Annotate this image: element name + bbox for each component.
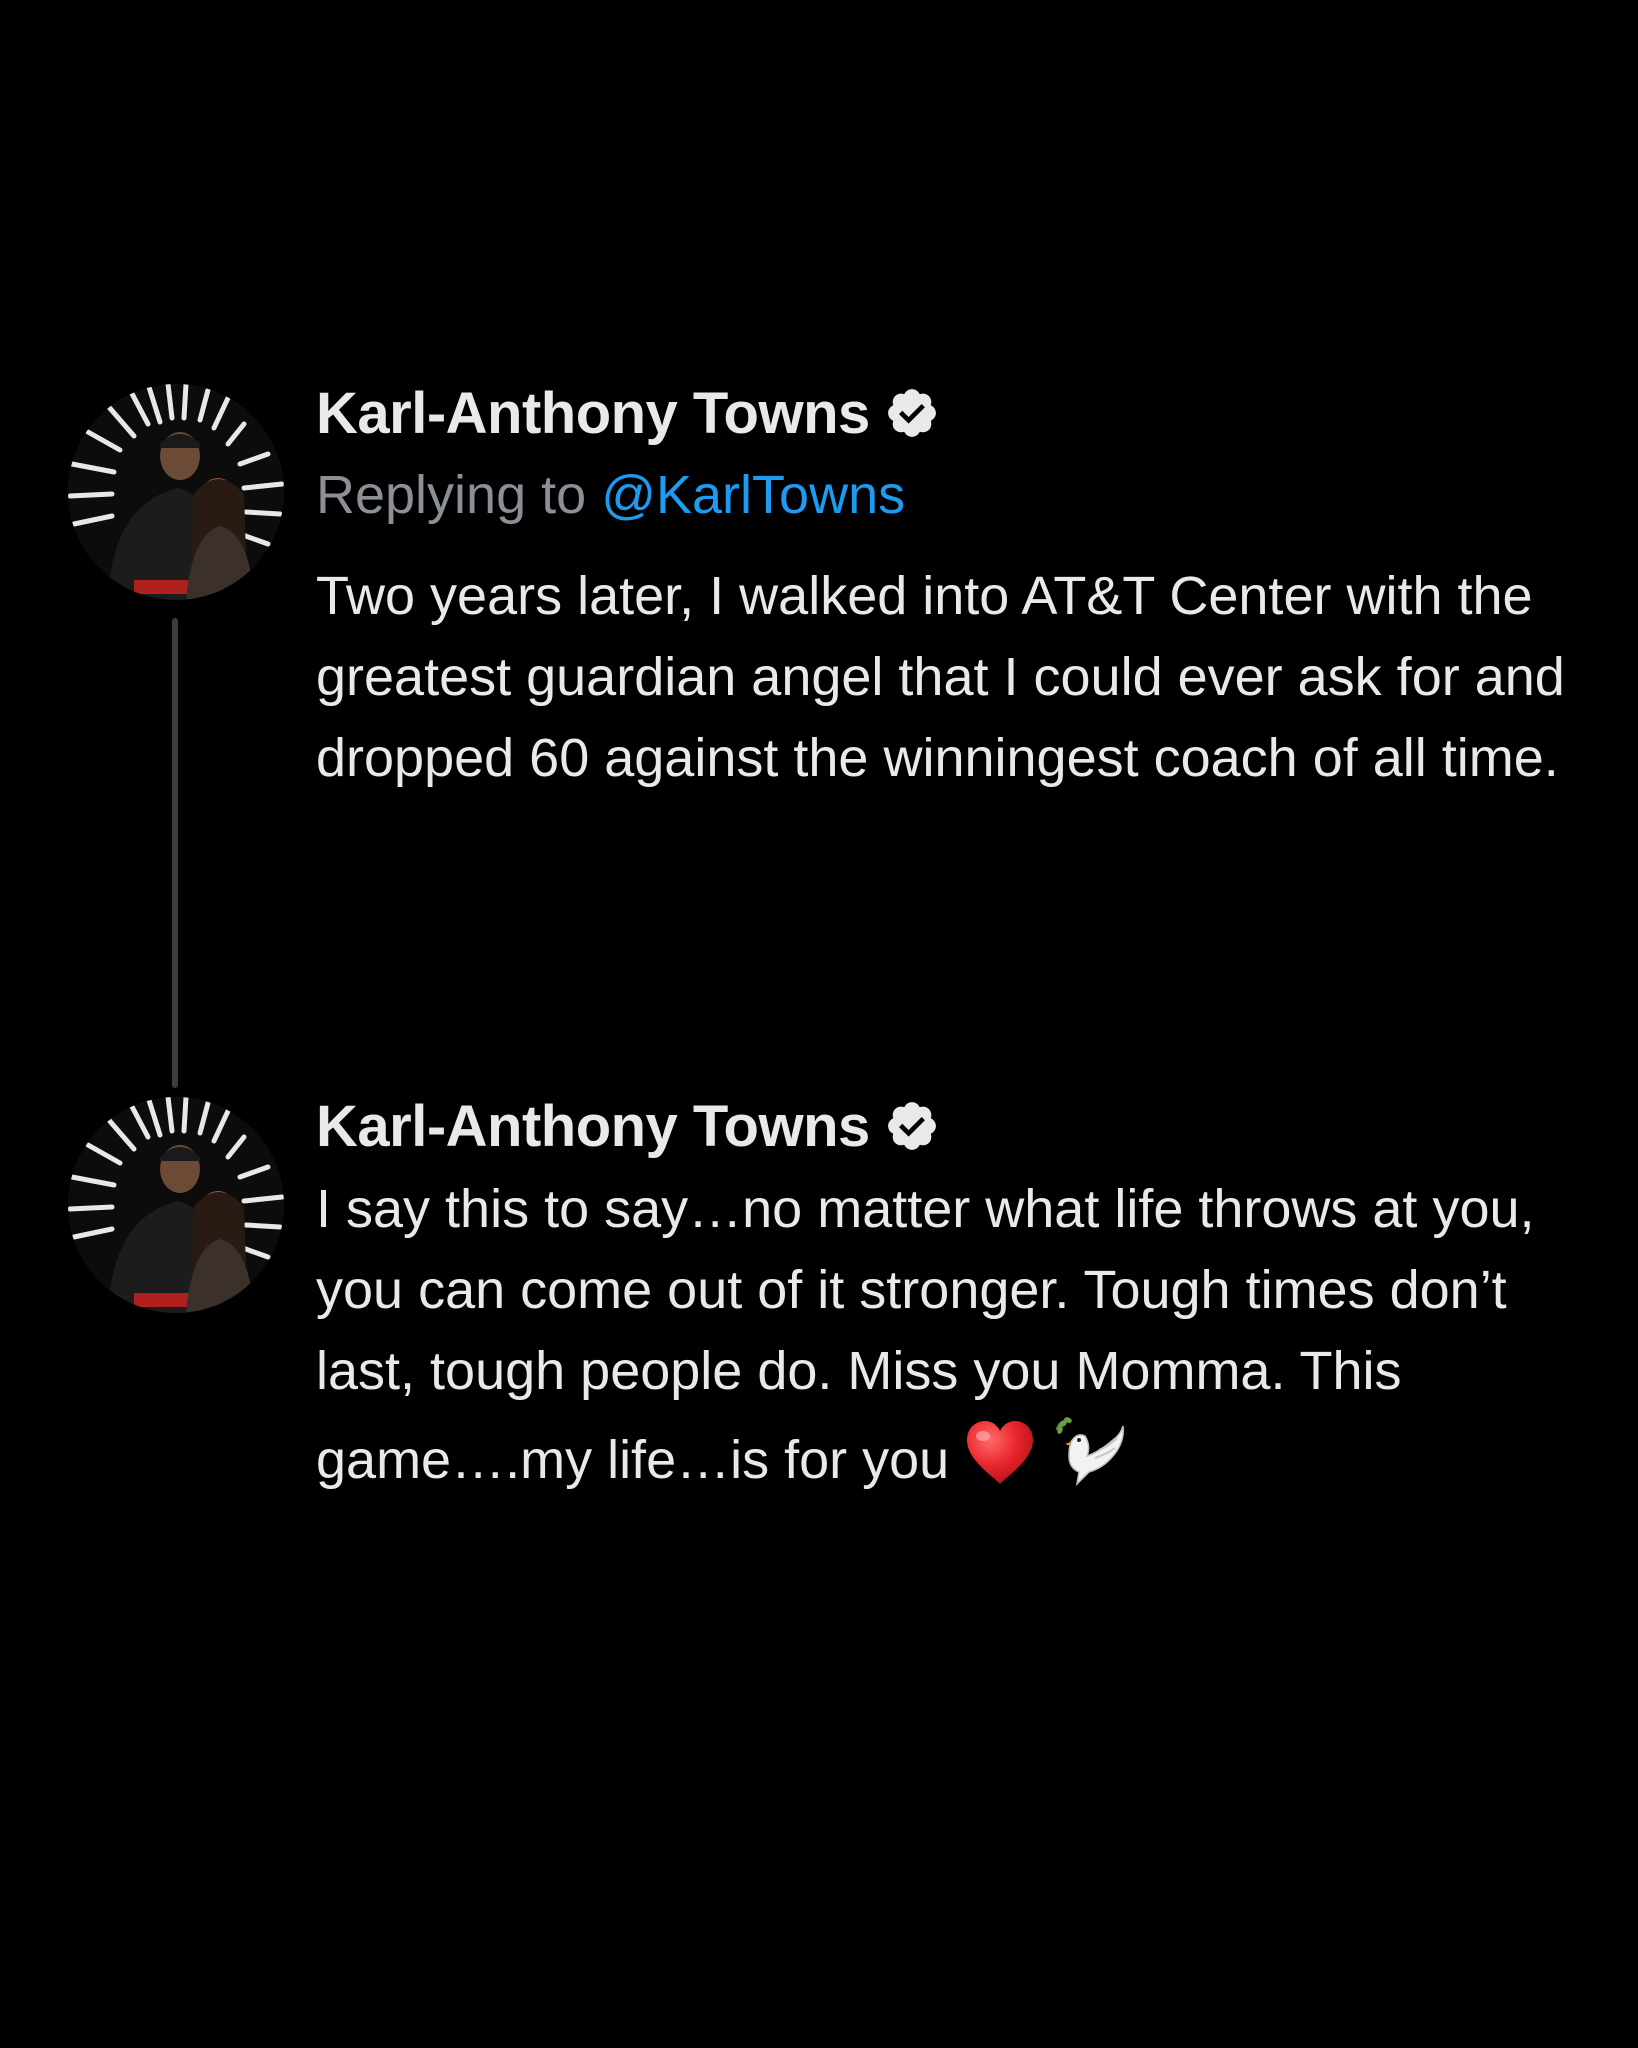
- author-display-name[interactable]: Karl-Anthony Towns: [316, 1093, 870, 1160]
- profile-photo-avatar: [68, 384, 284, 600]
- tweet-text: Two years later, I walked into AT&T Cent…: [316, 566, 1565, 788]
- replying-to-line: Replying to @KarlTowns: [316, 454, 1606, 536]
- replying-to-label: Replying to: [316, 465, 587, 525]
- tweet-content: Karl-Anthony Towns Replying to @KarlTown…: [316, 372, 1606, 799]
- tweet-thread: Karl-Anthony Towns Replying to @KarlTown…: [0, 0, 1638, 2048]
- avatar[interactable]: [68, 384, 284, 600]
- author-row: Karl-Anthony Towns: [316, 1085, 1606, 1167]
- tweet-content: Karl-Anthony Towns I say this to say…no …: [316, 1085, 1606, 1501]
- author-row: Karl-Anthony Towns: [316, 372, 1606, 454]
- red-heart-icon: [967, 1421, 1034, 1484]
- dove-icon: [1055, 1417, 1125, 1487]
- verified-badge-icon: [887, 389, 936, 437]
- tweet-text-wrapper: I say this to say…no matter what life th…: [316, 1169, 1606, 1501]
- replying-to-handle-link[interactable]: @KarlTowns: [601, 465, 905, 525]
- tweet-text: I say this to say…no matter what life th…: [316, 1179, 1535, 1490]
- profile-photo-avatar: [68, 1097, 284, 1313]
- avatar[interactable]: [68, 1097, 284, 1313]
- thread-connector-line: [172, 618, 178, 1088]
- author-display-name[interactable]: Karl-Anthony Towns: [316, 380, 870, 447]
- verified-badge-icon: [887, 1102, 936, 1150]
